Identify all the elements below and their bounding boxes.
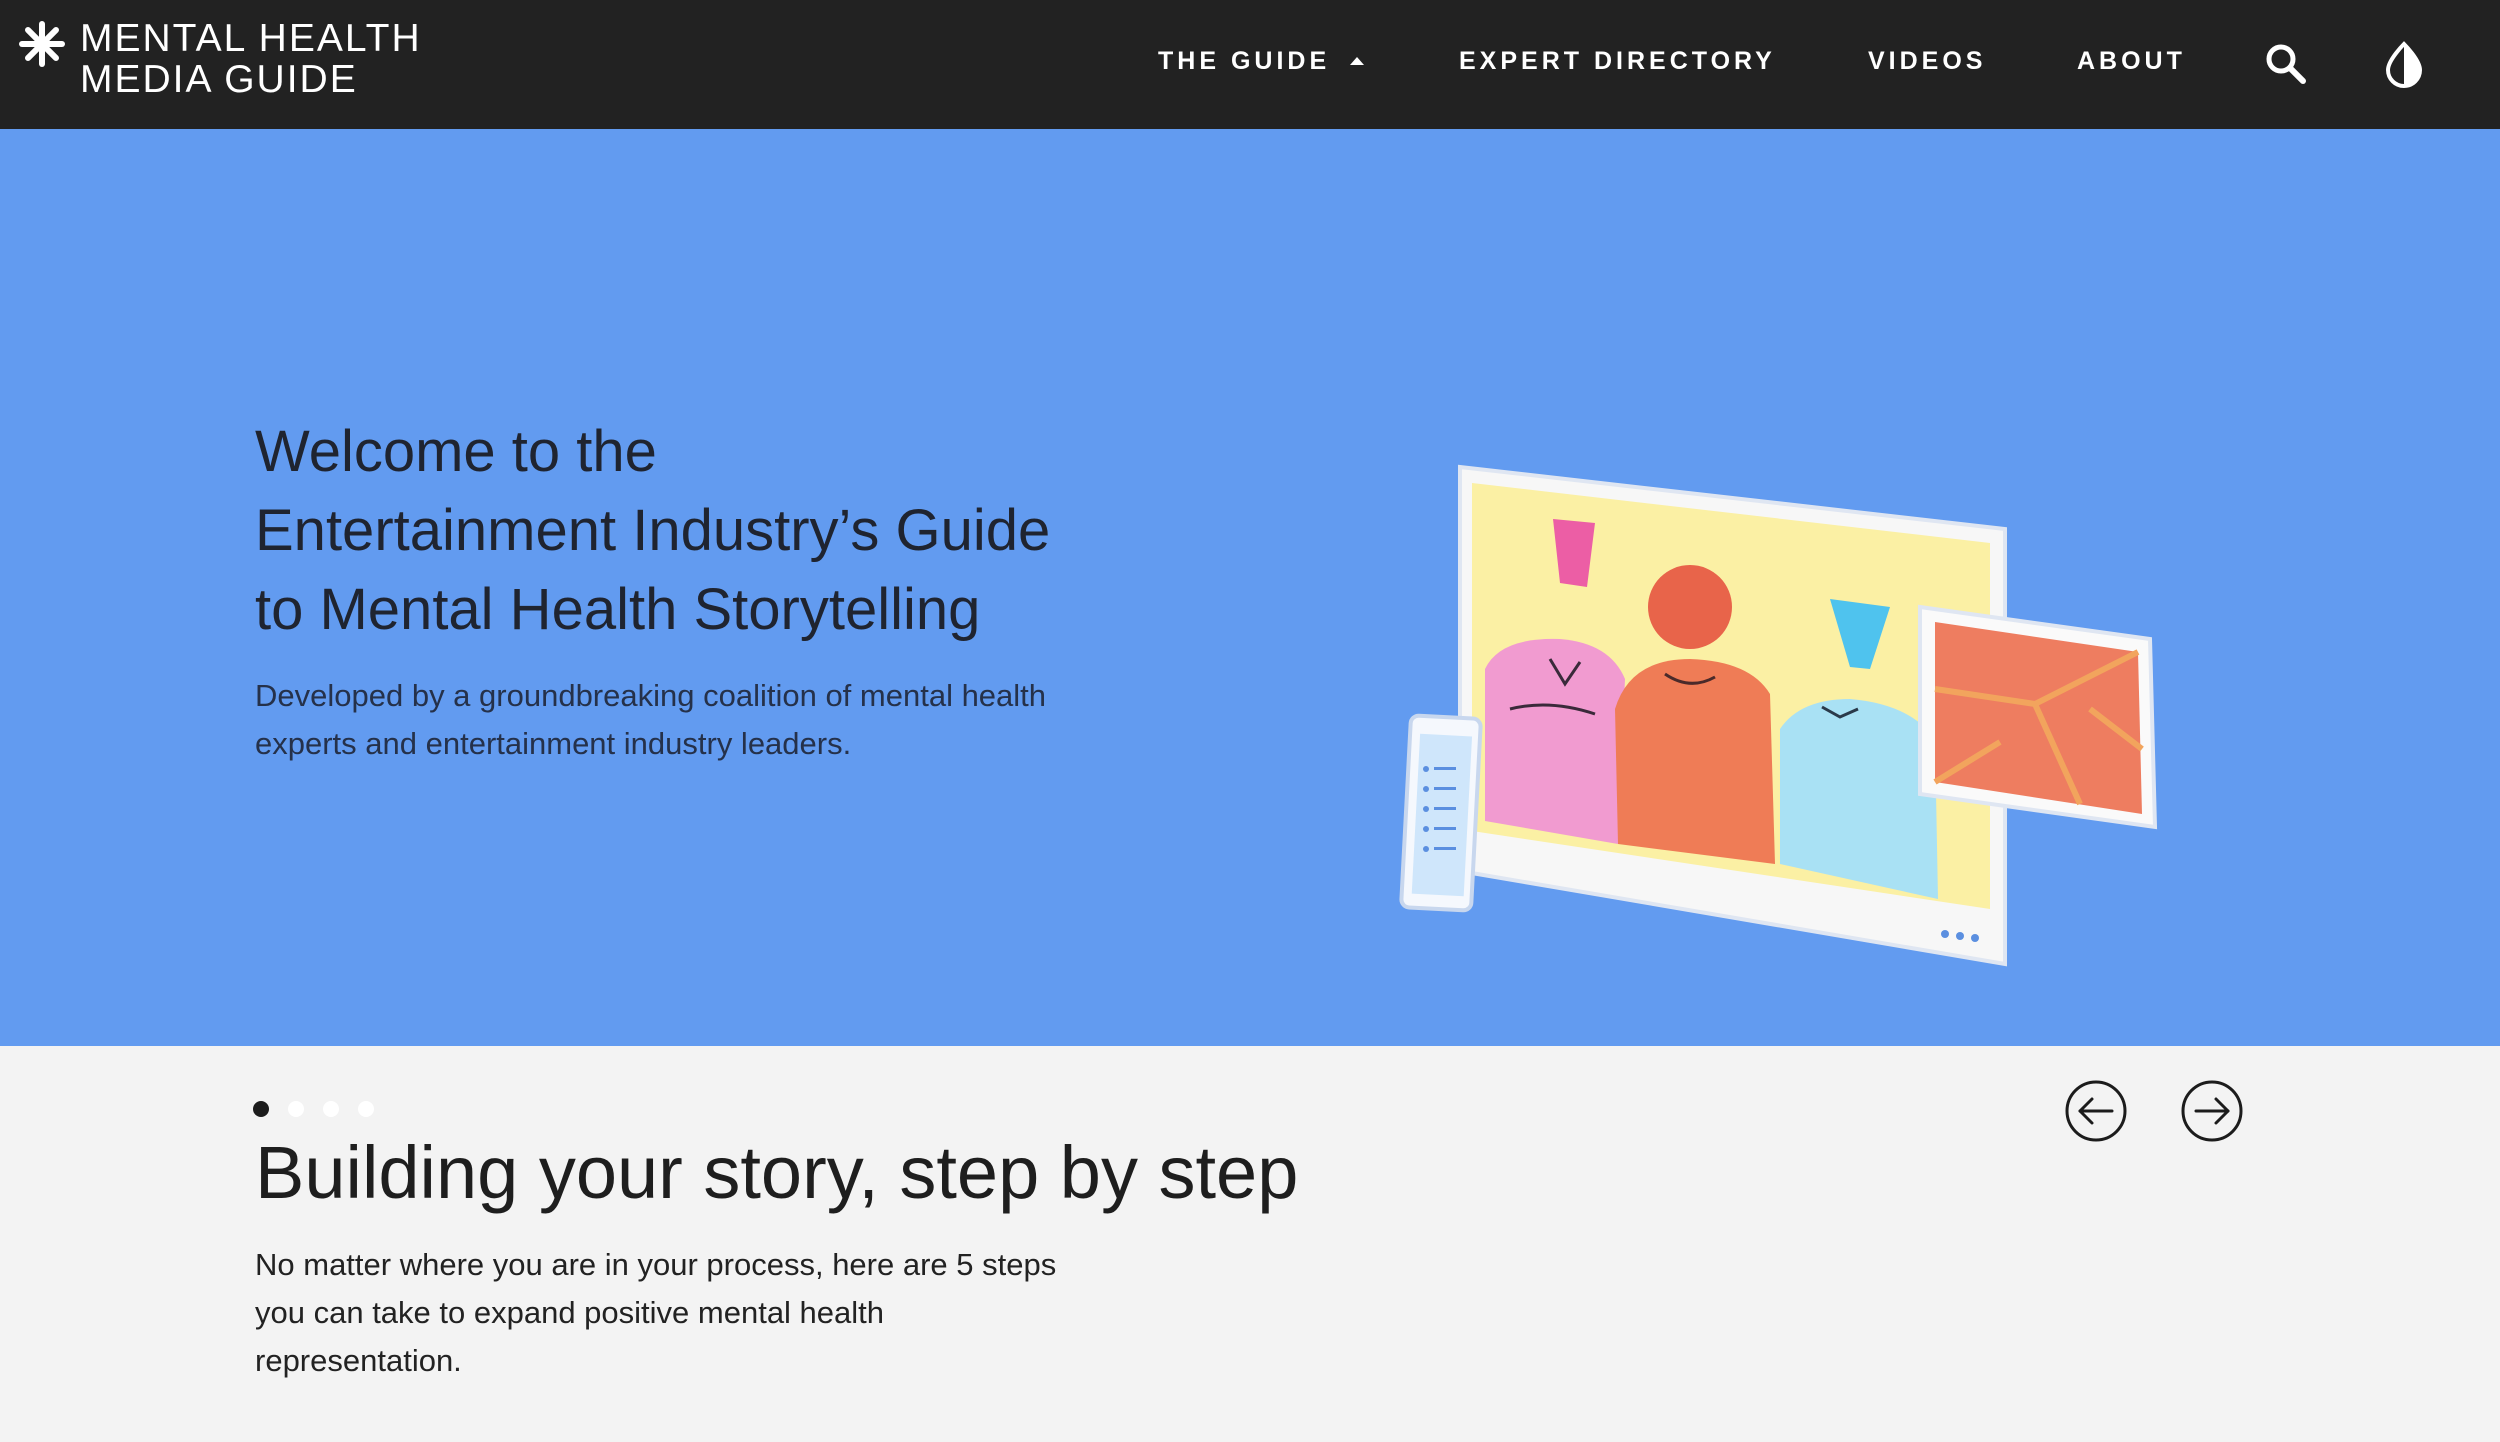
site-logo[interactable]: MENTAL HEALTH MEDIA GUIDE (18, 18, 422, 100)
hero-title-line: to Mental Health Storytelling (255, 577, 981, 642)
contrast-toggle-button[interactable] (2380, 40, 2428, 88)
nav-the-guide[interactable]: THE GUIDE (1158, 46, 1365, 76)
carousel-dot-2[interactable] (288, 1101, 304, 1117)
carousel-dot-1[interactable] (253, 1101, 269, 1117)
arrow-right-circle-icon (2181, 1080, 2243, 1142)
hero-subtitle: Developed by a groundbreaking coalition … (255, 672, 1215, 768)
caret-up-icon (1350, 57, 1365, 65)
hero-subtitle-line: experts and entertainment industry leade… (255, 726, 852, 761)
carousel-pagination (253, 1101, 393, 1117)
carousel-prev-button[interactable] (2064, 1079, 2128, 1143)
contrast-icon (2385, 41, 2423, 88)
hero-title-line: Entertainment Industry’s Guide (255, 498, 1051, 563)
nav-about[interactable]: ABOUT (2077, 46, 2186, 76)
search-icon (2266, 44, 2306, 84)
hero-subtitle-line: Developed by a groundbreaking coalition … (255, 678, 1047, 713)
arrow-left-circle-icon (2065, 1080, 2127, 1142)
hero-illustration (1399, 464, 2158, 967)
carousel-dot-3[interactable] (323, 1101, 339, 1117)
steps-text-line: you can take to expand positive mental h… (255, 1295, 885, 1330)
hero-title: Welcome to the Entertainment Industry’s … (255, 412, 1255, 649)
nav-expert-directory[interactable]: EXPERT DIRECTORY (1459, 46, 1776, 76)
hero-carousel: Welcome to the Entertainment Industry’s … (0, 129, 2500, 1142)
hero-title-line: Welcome to the (255, 419, 657, 484)
carousel-next-button[interactable] (2180, 1079, 2244, 1143)
carousel-dot-4[interactable] (358, 1101, 374, 1117)
steps-section-title: Building your story, step by step (255, 1131, 1299, 1214)
top-navigation: MENTAL HEALTH MEDIA GUIDE THE GUIDE EXPE… (0, 0, 2500, 129)
logo-line-2: MEDIA GUIDE (80, 58, 358, 101)
logo-line-1: MENTAL HEALTH (80, 17, 422, 60)
nav-videos[interactable]: VIDEOS (1868, 46, 1986, 76)
asterisk-logo-icon (19, 21, 65, 67)
steps-text-line: representation. (255, 1343, 462, 1378)
nav-the-guide-label: THE GUIDE (1158, 47, 1331, 75)
search-button[interactable] (2262, 40, 2310, 88)
steps-text-line: No matter where you are in your process,… (255, 1247, 1057, 1282)
logo-text: MENTAL HEALTH MEDIA GUIDE (80, 18, 422, 100)
steps-section-text: No matter where you are in your process,… (255, 1241, 1235, 1385)
